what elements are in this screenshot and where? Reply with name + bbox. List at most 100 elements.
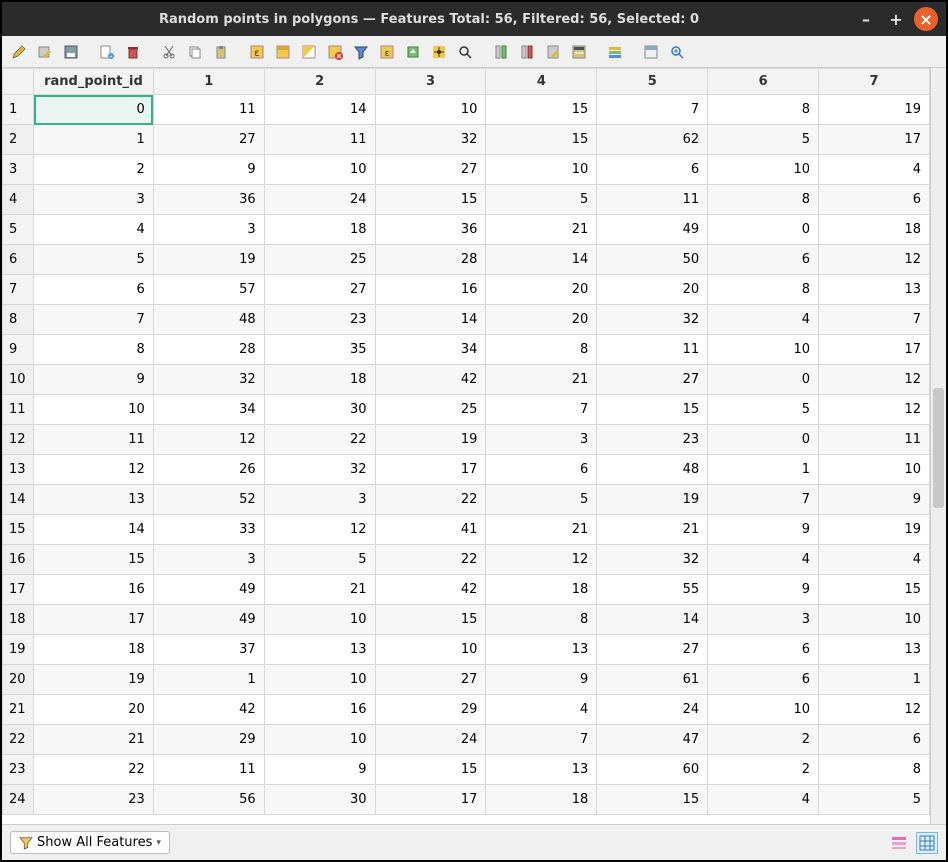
cell[interactable]: 1 (819, 665, 930, 695)
cell[interactable]: 14 (486, 245, 597, 275)
cell[interactable]: 3 (708, 605, 819, 635)
cell[interactable]: 49 (597, 215, 708, 245)
cell[interactable]: 3 (486, 425, 597, 455)
cut-icon[interactable] (158, 41, 180, 63)
column-header[interactable]: 2 (264, 69, 375, 95)
cell[interactable]: 6 (819, 725, 930, 755)
cell[interactable]: 4 (819, 545, 930, 575)
cell[interactable]: 13 (819, 275, 930, 305)
cell[interactable]: 28 (375, 245, 486, 275)
cell[interactable]: 14 (264, 95, 375, 125)
cell[interactable]: 6 (819, 185, 930, 215)
cell[interactable]: 14 (375, 305, 486, 335)
cell[interactable]: 13 (486, 635, 597, 665)
cell[interactable]: 11 (34, 425, 154, 455)
cell[interactable]: 24 (375, 725, 486, 755)
cell[interactable]: 5 (486, 185, 597, 215)
cell[interactable]: 2 (34, 155, 154, 185)
cell[interactable]: 14 (34, 515, 154, 545)
cell[interactable]: 2 (708, 755, 819, 785)
cell[interactable]: 8 (708, 275, 819, 305)
cell[interactable]: 9 (486, 665, 597, 695)
cell[interactable]: 18 (264, 215, 375, 245)
row-header[interactable]: 20 (3, 665, 34, 695)
cell[interactable]: 8 (708, 95, 819, 125)
cell[interactable]: 32 (264, 455, 375, 485)
cell[interactable]: 29 (153, 725, 264, 755)
scrollbar-thumb[interactable] (933, 388, 944, 508)
cell[interactable]: 5 (708, 395, 819, 425)
cell[interactable]: 12 (264, 515, 375, 545)
zoom-to-icon[interactable] (454, 41, 476, 63)
pencil-icon[interactable] (8, 41, 30, 63)
table-row[interactable]: 20191102796161 (3, 665, 930, 695)
cell[interactable]: 12 (153, 425, 264, 455)
filter-icon[interactable] (350, 41, 372, 63)
cell[interactable]: 25 (264, 245, 375, 275)
cell[interactable]: 10 (819, 605, 930, 635)
cell[interactable]: 19 (819, 515, 930, 545)
cell[interactable]: 37 (153, 635, 264, 665)
open-calc-icon[interactable] (568, 41, 590, 63)
cell[interactable]: 27 (153, 125, 264, 155)
cell[interactable]: 4 (819, 155, 930, 185)
cell[interactable]: 15 (375, 185, 486, 215)
cell[interactable]: 7 (708, 485, 819, 515)
cell[interactable]: 9 (708, 515, 819, 545)
cell[interactable]: 0 (34, 95, 154, 125)
cell[interactable]: 9 (708, 575, 819, 605)
cell[interactable]: 55 (597, 575, 708, 605)
cell[interactable]: 56 (153, 785, 264, 815)
cell[interactable]: 42 (375, 575, 486, 605)
cell[interactable]: 13 (34, 485, 154, 515)
cell[interactable]: 0 (708, 425, 819, 455)
cell[interactable]: 32 (153, 365, 264, 395)
cell[interactable]: 10 (708, 695, 819, 725)
cell[interactable]: 30 (264, 395, 375, 425)
cell[interactable]: 17 (819, 335, 930, 365)
cell[interactable]: 21 (34, 725, 154, 755)
table-row[interactable]: 222129102474726 (3, 725, 930, 755)
cell[interactable]: 10 (34, 395, 154, 425)
cell[interactable]: 12 (819, 365, 930, 395)
row-header[interactable]: 10 (3, 365, 34, 395)
table-row[interactable]: 1312263217648110 (3, 455, 930, 485)
vertical-scrollbar[interactable] (930, 68, 946, 824)
rename-column-icon[interactable] (542, 41, 564, 63)
cell[interactable]: 48 (597, 455, 708, 485)
cell[interactable]: 23 (264, 305, 375, 335)
attribute-table[interactable]: rand_point_id1234567 1011141015781921271… (2, 68, 930, 815)
cell[interactable]: 7 (34, 305, 154, 335)
column-header[interactable]: 4 (486, 69, 597, 95)
conditional-format-icon[interactable] (604, 41, 626, 63)
cell[interactable]: 16 (34, 575, 154, 605)
cell[interactable]: 6 (597, 155, 708, 185)
table-row[interactable]: 54318362149018 (3, 215, 930, 245)
cell[interactable]: 17 (819, 125, 930, 155)
table-row[interactable]: 21204216294241012 (3, 695, 930, 725)
cell[interactable]: 19 (819, 95, 930, 125)
cell[interactable]: 8 (486, 605, 597, 635)
table-row[interactable]: 982835348111017 (3, 335, 930, 365)
cell[interactable]: 20 (486, 305, 597, 335)
row-header[interactable]: 15 (3, 515, 34, 545)
cell[interactable]: 33 (153, 515, 264, 545)
actions-icon[interactable] (666, 41, 688, 63)
cell[interactable]: 1 (708, 455, 819, 485)
multi-edit-icon[interactable] (34, 41, 56, 63)
cell[interactable]: 5 (34, 245, 154, 275)
cell[interactable]: 22 (34, 755, 154, 785)
expression-new-icon[interactable]: ε (246, 41, 268, 63)
cell[interactable]: 24 (597, 695, 708, 725)
cell[interactable]: 41 (375, 515, 486, 545)
cell[interactable]: 4 (708, 785, 819, 815)
cell[interactable]: 32 (375, 125, 486, 155)
cell[interactable]: 34 (375, 335, 486, 365)
cell[interactable]: 15 (597, 785, 708, 815)
cell[interactable]: 10 (264, 605, 375, 635)
cell[interactable]: 9 (264, 755, 375, 785)
cell[interactable]: 22 (375, 545, 486, 575)
cell[interactable]: 22 (375, 485, 486, 515)
row-header[interactable]: 3 (3, 155, 34, 185)
cell[interactable]: 27 (264, 275, 375, 305)
